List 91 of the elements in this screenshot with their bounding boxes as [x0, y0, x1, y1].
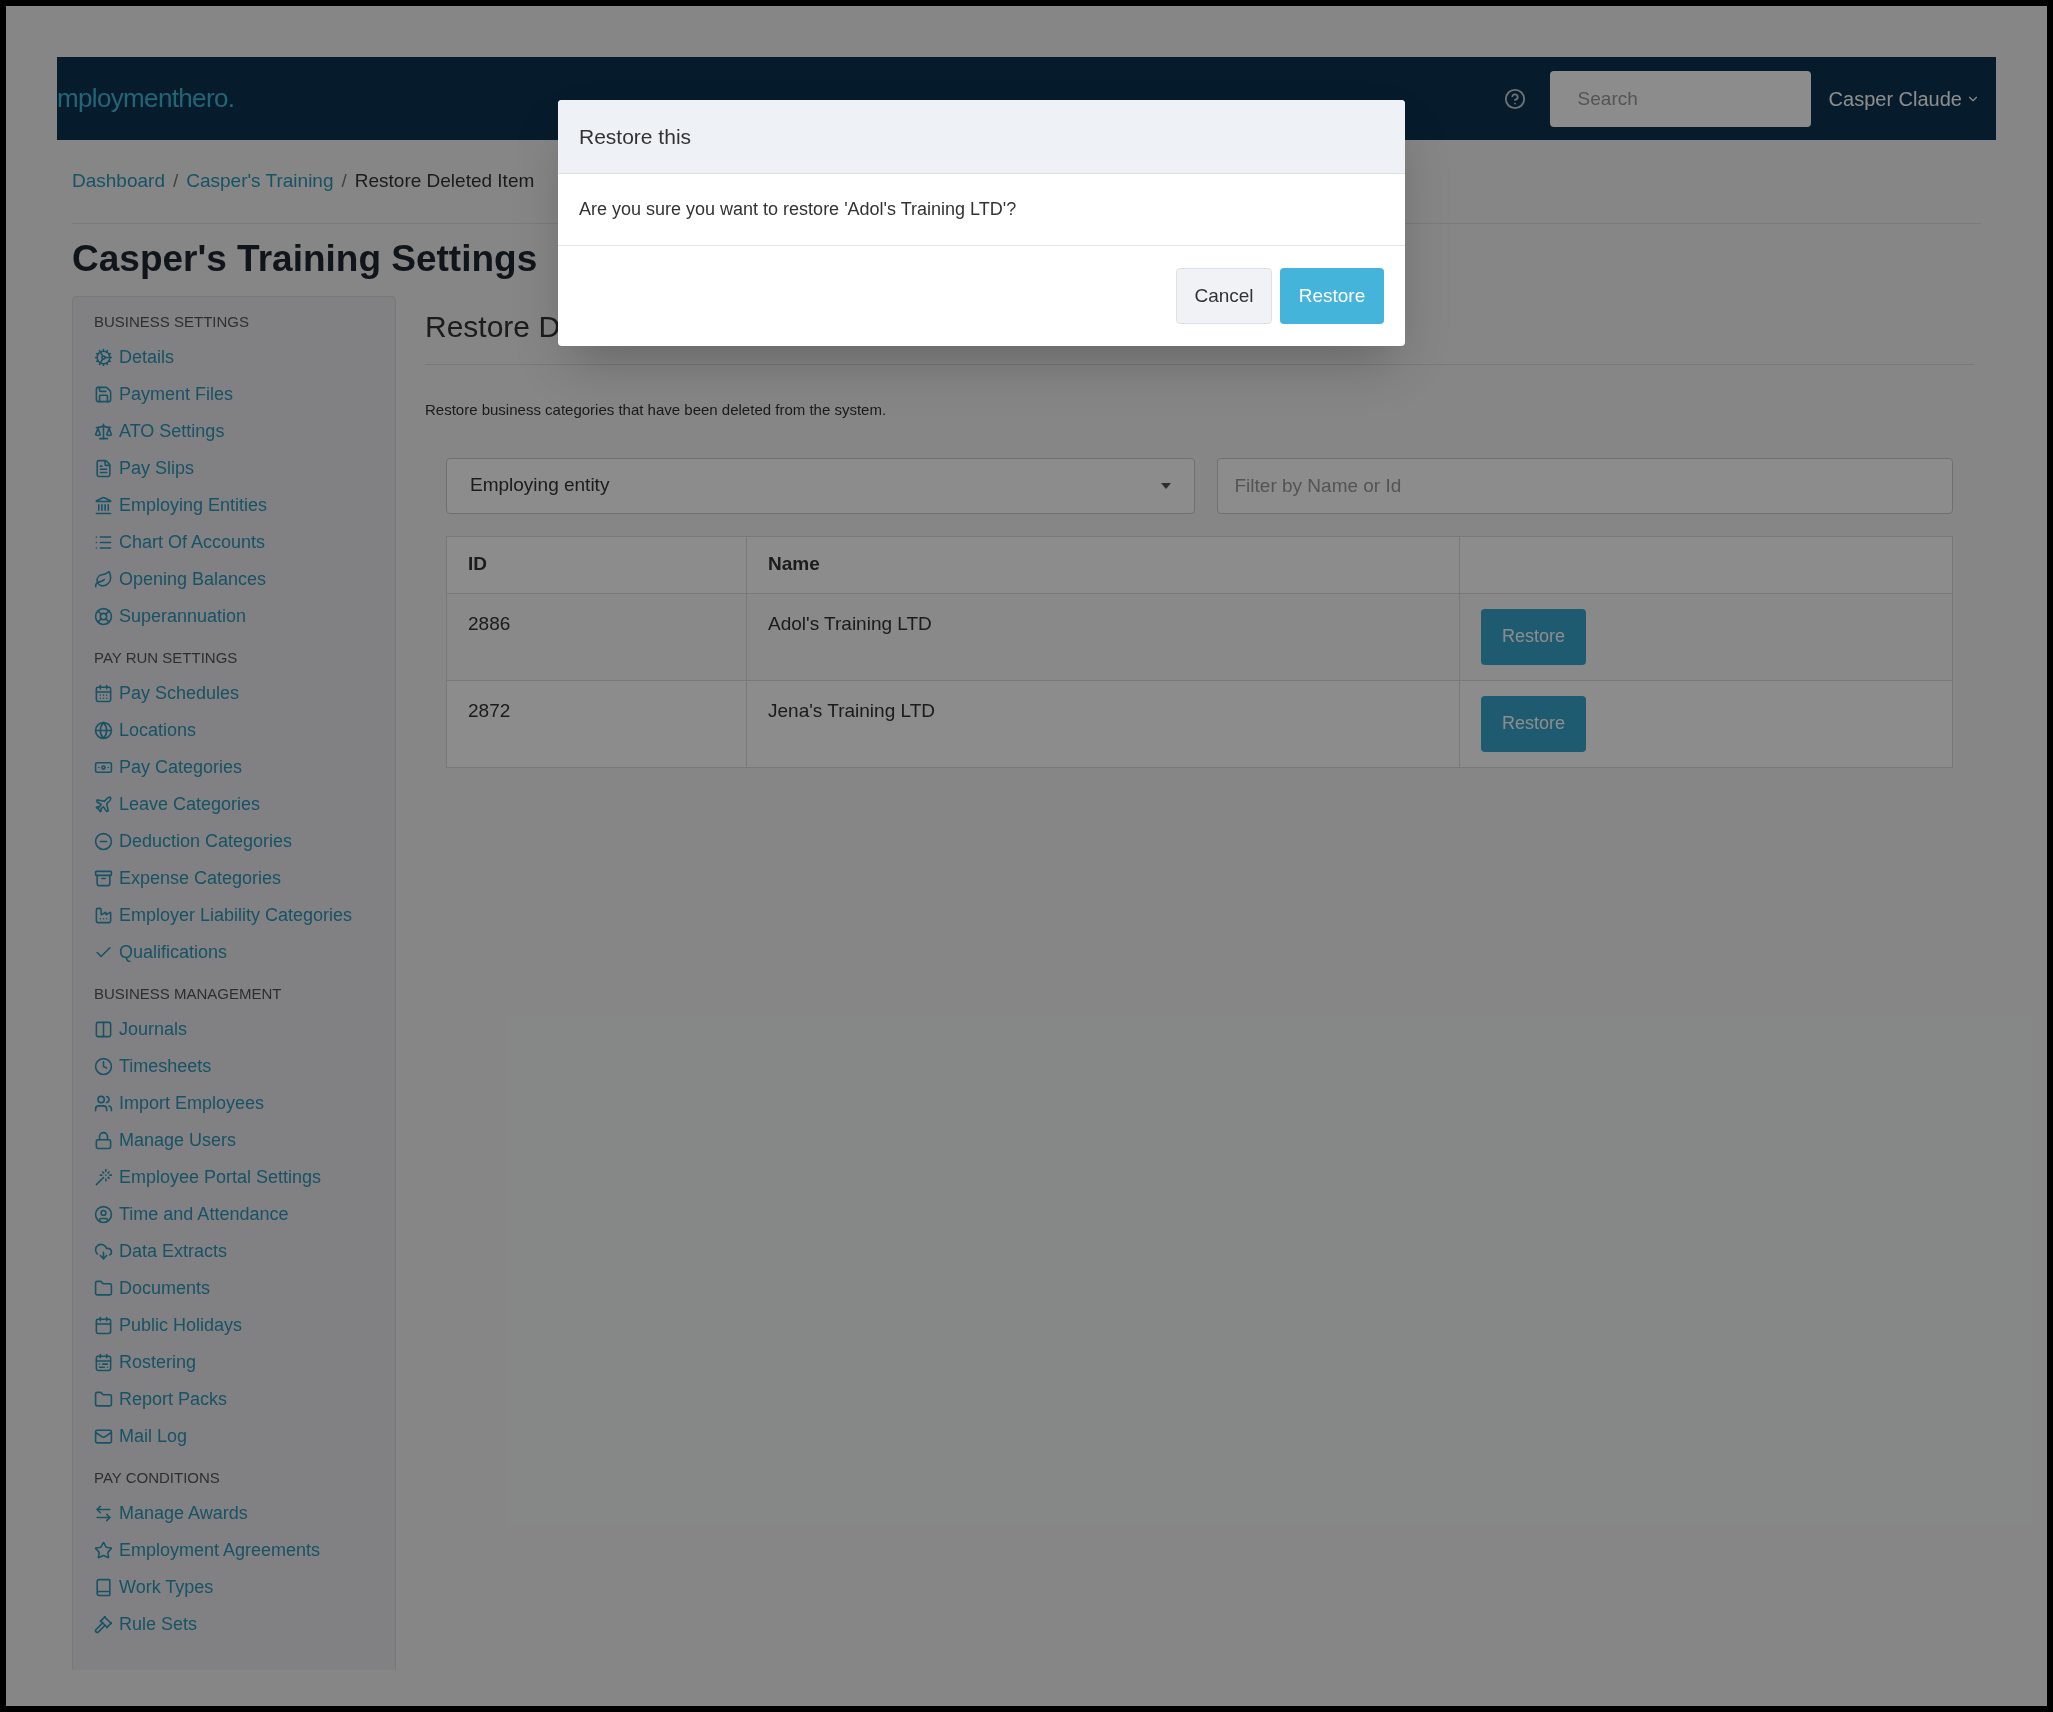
breadcrumb-separator: /: [172, 169, 179, 194]
sidebar-link[interactable]: Mail Log: [119, 1423, 188, 1450]
list-icon: [94, 533, 113, 552]
breadcrumb-link[interactable]: Casper's Training: [186, 167, 334, 196]
star-icon: [94, 1541, 113, 1560]
gear-icon: [94, 348, 113, 367]
sidebar-link[interactable]: ATO Settings: [119, 418, 225, 445]
calendar-icon: [94, 684, 113, 703]
id-cell: 2872: [446, 680, 747, 767]
caret-icon: [1160, 482, 1171, 489]
name-cell: Adol's Training LTD: [746, 593, 1460, 680]
sidebar-link[interactable]: Documents: [119, 1275, 211, 1302]
help-icon[interactable]: [1503, 87, 1526, 110]
logo[interactable]: mploymenthero.: [57, 79, 235, 118]
wand-icon: [94, 1168, 113, 1187]
sidebar-link[interactable]: Locations: [119, 717, 197, 744]
columns-icon: [94, 1020, 113, 1039]
sidebar-link[interactable]: Data Extracts: [119, 1238, 228, 1265]
lifebuoy-icon: [94, 607, 113, 626]
restore-button[interactable]: Restore: [1280, 268, 1384, 324]
sidebar-link[interactable]: Import Employees: [119, 1090, 265, 1117]
bank-icon: [94, 496, 113, 515]
sidebar-link[interactable]: Time and Attendance: [119, 1201, 289, 1228]
id-cell: 2886: [446, 593, 747, 680]
sidebar-link[interactable]: Deduction Categories: [119, 828, 293, 855]
sidebar-link[interactable]: Journals: [119, 1016, 188, 1043]
sidebar-section-title: PAY CONDITIONS: [94, 1467, 221, 1488]
name-cell: Jena's Training LTD: [746, 680, 1460, 767]
sidebar-section-title: PAY RUN SETTINGS: [94, 647, 239, 668]
breadcrumb-link[interactable]: Dashboard: [72, 167, 165, 196]
sidebar-link[interactable]: Rostering: [119, 1349, 197, 1376]
column-header: ID: [446, 536, 747, 593]
sidebar-link[interactable]: Manage Awards: [119, 1500, 248, 1527]
sidebar-link[interactable]: Pay Categories: [119, 754, 243, 781]
breadcrumb-separator: /: [341, 169, 347, 194]
folder-icon: [94, 1390, 113, 1409]
page-title: Casper's Training Settings: [72, 240, 538, 277]
minus-circle-icon: [94, 832, 113, 851]
dialog-message: Are you sure you want to restore 'Adol's Training LTD'?: [579, 198, 1017, 221]
sidebar-section-title: BUSINESS MANAGEMENT: [94, 983, 283, 1004]
cloud-download-icon: [94, 1242, 113, 1261]
globe-icon: [94, 721, 113, 740]
scales-icon: [94, 422, 113, 441]
leaf-icon: [94, 570, 113, 589]
sidebar-link[interactable]: Details: [119, 344, 175, 371]
sidebar-link[interactable]: Rule Sets: [119, 1611, 198, 1638]
cancel-button[interactable]: Cancel: [1176, 268, 1272, 324]
restore-button[interactable]: Restore: [1481, 695, 1586, 752]
sidebar-link[interactable]: Expense Categories: [119, 865, 282, 892]
sidebar-link[interactable]: Manage Users: [119, 1127, 237, 1154]
search-field[interactable]: Search: [1549, 70, 1811, 127]
breadcrumb-current: Restore Deleted Item: [354, 169, 535, 194]
calendar-icon: [94, 1316, 113, 1335]
column-header: Name: [746, 536, 1460, 593]
book-icon: [94, 1578, 113, 1597]
mail-icon: [94, 1427, 113, 1446]
people-icon: [94, 1094, 113, 1113]
sidebar-link[interactable]: Pay Schedules: [119, 680, 240, 707]
sidebar-link[interactable]: Public Holidays: [119, 1312, 243, 1339]
archive-icon: [94, 869, 113, 888]
sidebar-link[interactable]: Opening Balances: [119, 566, 267, 593]
sidebar-link[interactable]: Payment Files: [119, 381, 234, 408]
dialog-title: Restore this: [579, 123, 692, 150]
document-icon: [94, 459, 113, 478]
filter-field[interactable]: Filter by Name or Id: [1216, 457, 1953, 514]
calendar-icon: [94, 1353, 113, 1372]
lock-icon: [94, 1131, 113, 1150]
folder-icon: [94, 1279, 113, 1298]
sidebar-link[interactable]: Pay Slips: [119, 455, 195, 482]
sidebar-link[interactable]: Employee Portal Settings: [119, 1164, 322, 1191]
sidebar-link[interactable]: Superannuation: [119, 603, 247, 630]
plane-icon: [94, 795, 113, 814]
sidebar-link[interactable]: Employment Agreements: [119, 1537, 321, 1564]
gavel-icon: [94, 1615, 113, 1634]
sidebar-link[interactable]: Report Packs: [119, 1386, 228, 1413]
description-text: Restore business categories that have been deleted from the system.: [425, 400, 888, 420]
user-circle-icon: [94, 1205, 113, 1224]
entity-select[interactable]: Employing entity: [446, 457, 1195, 514]
sidebar-link[interactable]: Timesheets: [119, 1053, 212, 1080]
sidebar-link[interactable]: Qualifications: [119, 939, 228, 966]
factory-icon: [94, 906, 113, 925]
sidebar-section-title: BUSINESS SETTINGS: [94, 311, 251, 332]
arrows-icon: [94, 1504, 113, 1523]
clock-icon: [94, 1057, 113, 1076]
restore-button[interactable]: Restore: [1481, 608, 1586, 665]
sidebar-link[interactable]: Work Types: [119, 1574, 214, 1601]
sidebar-link[interactable]: Employer Liability Categories: [119, 902, 353, 929]
user-menu[interactable]: Casper Claude: [1828, 83, 1980, 114]
sidebar-link[interactable]: Leave Categories: [119, 791, 261, 818]
sidebar-link[interactable]: Chart Of Accounts: [119, 529, 266, 556]
sidebar-link[interactable]: Employing Entities: [119, 492, 268, 519]
